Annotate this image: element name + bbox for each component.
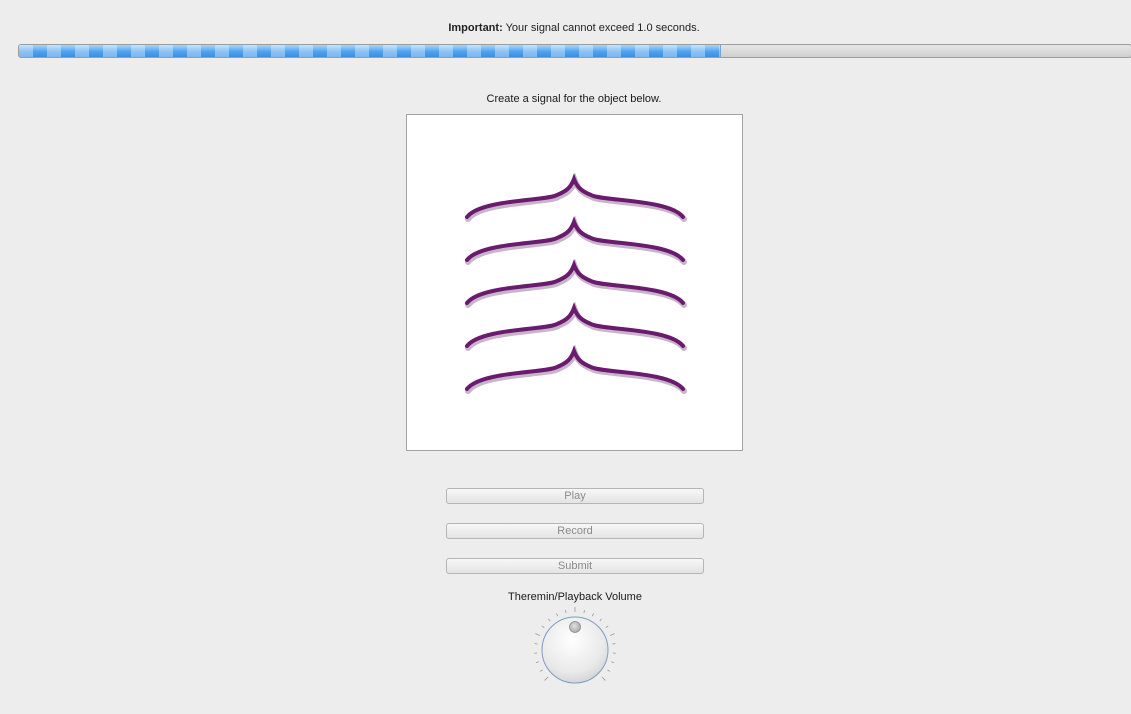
stimulus-object-image — [465, 172, 687, 394]
volume-knob-tick — [535, 633, 541, 636]
volume-knob-tick — [599, 618, 602, 622]
volume-knob-tick — [609, 633, 615, 636]
signal-progress-fill — [19, 45, 721, 57]
volume-knob-indicator[interactable] — [569, 621, 581, 633]
volume-knob-tick — [601, 676, 606, 681]
volume-knob-tick — [544, 676, 549, 681]
signal-progress-bar — [18, 44, 1131, 58]
stimulus-image-panel — [406, 114, 743, 451]
volume-knob-tick — [539, 669, 543, 672]
stimulus-curve — [465, 259, 685, 305]
volume-knob[interactable] — [530, 605, 620, 695]
volume-knob-tick — [548, 618, 551, 622]
volume-label: Theremin/Playback Volume — [508, 591, 642, 603]
volume-knob-tick — [565, 610, 567, 614]
submit-button[interactable]: Submit — [446, 558, 704, 574]
play-button[interactable]: Play — [446, 488, 704, 504]
volume-knob-tick — [611, 661, 615, 664]
stimulus-curve — [465, 302, 685, 348]
volume-knob-tick — [556, 613, 559, 617]
volume-knob-tick — [541, 625, 545, 628]
notice-bold-label: Important: — [448, 22, 503, 34]
volume-knob-tick — [583, 610, 585, 614]
record-button[interactable]: Record — [446, 523, 704, 539]
notice-text: Your signal cannot exceed 1.0 seconds. — [502, 22, 700, 34]
volume-knob-tick — [535, 661, 539, 664]
volume-knob-dial[interactable] — [530, 605, 620, 695]
stimulus-curve — [465, 216, 685, 262]
stimulus-curve — [465, 173, 685, 219]
volume-knob-tick — [607, 669, 611, 672]
app-window: Important: Your signal cannot exceed 1.0… — [0, 0, 1131, 714]
volume-knob-tick — [605, 625, 609, 628]
stimulus-curve — [465, 345, 685, 391]
instruction-prompt: Create a signal for the object below. — [486, 93, 662, 105]
duration-notice: Important: Your signal cannot exceed 1.0… — [0, 22, 1131, 34]
volume-knob-tick — [591, 613, 594, 617]
